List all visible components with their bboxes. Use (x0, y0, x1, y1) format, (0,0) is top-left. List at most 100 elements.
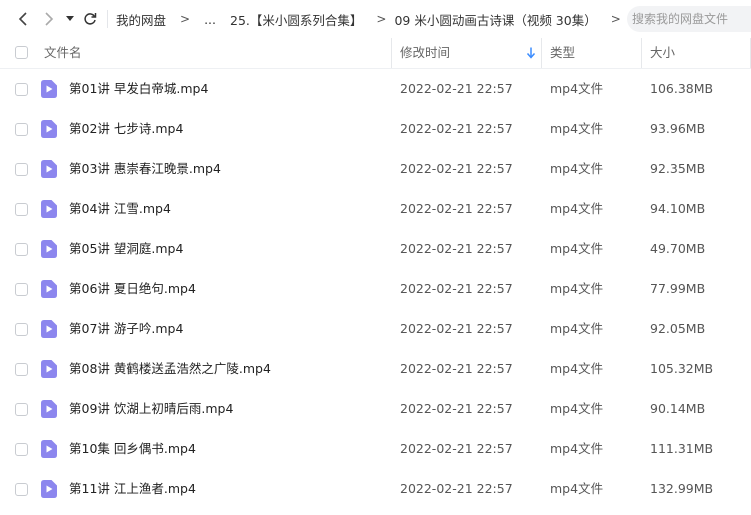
search-input[interactable] (627, 6, 751, 32)
file-name[interactable]: 第07讲 游子吟.mp4 (69, 309, 183, 349)
file-modified-time: 2022-02-21 22:57 (400, 161, 513, 176)
back-button[interactable] (9, 0, 37, 38)
row-checkbox[interactable] (15, 443, 28, 456)
file-list: 第01讲 早发白帝城.mp4 2022-02-21 22:57 mp4文件 10… (0, 69, 751, 509)
video-file-icon (41, 120, 57, 138)
file-modified-time: 2022-02-21 22:57 (400, 241, 513, 256)
column-divider[interactable] (641, 38, 642, 68)
file-type: mp4文件 (550, 281, 604, 296)
file-name[interactable]: 第04讲 江雪.mp4 (69, 189, 171, 229)
video-file-icon (41, 280, 57, 298)
file-size: 105.32MB (650, 361, 714, 376)
row-checkbox[interactable] (15, 363, 28, 376)
breadcrumb-separator: > (610, 12, 621, 26)
file-size: 49.70MB (650, 241, 706, 256)
file-size: 132.99MB (650, 481, 714, 496)
row-checkbox[interactable] (15, 243, 28, 256)
row-checkbox[interactable] (15, 483, 28, 496)
file-type: mp4文件 (550, 81, 604, 96)
breadcrumb-root[interactable]: 我的网盘 (116, 10, 166, 29)
video-file-icon (41, 360, 57, 378)
row-checkbox[interactable] (15, 123, 28, 136)
file-row[interactable]: 第02讲 七步诗.mp4 2022-02-21 22:57 mp4文件 93.9… (0, 109, 751, 149)
row-checkbox[interactable] (15, 83, 28, 96)
file-name[interactable]: 第02讲 七步诗.mp4 (69, 109, 183, 149)
breadcrumb-folder-current[interactable]: 09 米小圆动画古诗课（视频 30集） (394, 10, 596, 29)
file-name[interactable]: 第05讲 望洞庭.mp4 (69, 229, 183, 269)
sort-desc-icon[interactable] (526, 47, 536, 59)
file-name[interactable]: 第03讲 惠崇春江晚景.mp4 (69, 149, 221, 189)
file-type: mp4文件 (550, 321, 604, 336)
refresh-button[interactable] (79, 0, 101, 38)
file-row[interactable]: 第03讲 惠崇春江晚景.mp4 2022-02-21 22:57 mp4文件 9… (0, 149, 751, 189)
file-row[interactable]: 第06讲 夏日绝句.mp4 2022-02-21 22:57 mp4文件 77.… (0, 269, 751, 309)
file-size: 77.99MB (650, 281, 706, 296)
history-dropdown-button[interactable] (61, 0, 79, 38)
file-row[interactable]: 第04讲 江雪.mp4 2022-02-21 22:57 mp4文件 94.10… (0, 189, 751, 229)
file-type: mp4文件 (550, 241, 604, 256)
row-checkbox[interactable] (15, 323, 28, 336)
breadcrumb-separator: > (376, 12, 387, 26)
file-modified-time: 2022-02-21 22:57 (400, 481, 513, 496)
file-name[interactable]: 第09讲 饮湖上初晴后雨.mp4 (69, 389, 233, 429)
file-type: mp4文件 (550, 481, 604, 496)
video-file-icon (41, 160, 57, 178)
row-checkbox[interactable] (15, 163, 28, 176)
file-row[interactable]: 第09讲 饮湖上初晴后雨.mp4 2022-02-21 22:57 mp4文件 … (0, 389, 751, 429)
file-row[interactable]: 第11讲 江上渔者.mp4 2022-02-21 22:57 mp4文件 132… (0, 469, 751, 509)
breadcrumb-separator: > (180, 12, 191, 26)
file-type: mp4文件 (550, 441, 604, 456)
video-file-icon (41, 480, 57, 498)
column-divider[interactable] (391, 38, 392, 68)
file-modified-time: 2022-02-21 22:57 (400, 321, 513, 336)
file-type: mp4文件 (550, 361, 604, 376)
refresh-icon (84, 13, 97, 25)
file-row[interactable]: 第07讲 游子吟.mp4 2022-02-21 22:57 mp4文件 92.0… (0, 309, 751, 349)
file-size: 106.38MB (650, 81, 714, 96)
row-checkbox[interactable] (15, 403, 28, 416)
file-row[interactable]: 第10集 回乡偶书.mp4 2022-02-21 22:57 mp4文件 111… (0, 429, 751, 469)
video-file-icon (41, 200, 57, 218)
chevron-right-icon (45, 12, 54, 26)
caret-down-icon (66, 16, 74, 21)
breadcrumb-ellipsis[interactable]: ... (204, 12, 216, 27)
file-modified-time: 2022-02-21 22:57 (400, 201, 513, 216)
file-name[interactable]: 第10集 回乡偶书.mp4 (69, 429, 196, 469)
file-row[interactable]: 第05讲 望洞庭.mp4 2022-02-21 22:57 mp4文件 49.7… (0, 229, 751, 269)
file-modified-time: 2022-02-21 22:57 (400, 441, 513, 456)
file-list-header: 文件名 修改时间 类型 大小 (0, 38, 751, 69)
select-all-checkbox[interactable] (15, 46, 28, 59)
file-name[interactable]: 第11讲 江上渔者.mp4 (69, 469, 196, 509)
breadcrumb-folder-collection[interactable]: 25.【米小圆系列合集】 (230, 10, 362, 29)
file-size: 92.35MB (650, 161, 706, 176)
file-size: 90.14MB (650, 401, 706, 416)
row-checkbox[interactable] (15, 283, 28, 296)
file-name[interactable]: 第08讲 黄鹤楼送孟浩然之广陵.mp4 (69, 349, 271, 389)
column-header-type[interactable]: 类型 (550, 38, 575, 68)
file-modified-time: 2022-02-21 22:57 (400, 361, 513, 376)
column-header-size[interactable]: 大小 (650, 38, 675, 68)
file-name[interactable]: 第01讲 早发白帝城.mp4 (69, 69, 208, 109)
forward-button[interactable] (37, 0, 61, 38)
file-type: mp4文件 (550, 201, 604, 216)
file-size: 92.05MB (650, 321, 706, 336)
file-type: mp4文件 (550, 121, 604, 136)
row-checkbox[interactable] (15, 203, 28, 216)
file-modified-time: 2022-02-21 22:57 (400, 81, 513, 96)
video-file-icon (41, 80, 57, 98)
column-header-modified[interactable]: 修改时间 (400, 38, 450, 68)
file-type: mp4文件 (550, 161, 604, 176)
breadcrumb: 我的网盘 > ... 25.【米小圆系列合集】 > 09 米小圆动画古诗课（视频… (116, 0, 635, 38)
file-size: 93.96MB (650, 121, 706, 136)
chevron-left-icon (18, 12, 27, 26)
file-row[interactable]: 第01讲 早发白帝城.mp4 2022-02-21 22:57 mp4文件 10… (0, 69, 751, 109)
file-row[interactable]: 第08讲 黄鹤楼送孟浩然之广陵.mp4 2022-02-21 22:57 mp4… (0, 349, 751, 389)
file-name[interactable]: 第06讲 夏日绝句.mp4 (69, 269, 196, 309)
column-header-name[interactable]: 文件名 (44, 38, 82, 68)
file-size: 111.31MB (650, 441, 714, 456)
file-type: mp4文件 (550, 401, 604, 416)
column-divider[interactable] (541, 38, 542, 68)
video-file-icon (41, 440, 57, 458)
file-modified-time: 2022-02-21 22:57 (400, 121, 513, 136)
file-modified-time: 2022-02-21 22:57 (400, 401, 513, 416)
